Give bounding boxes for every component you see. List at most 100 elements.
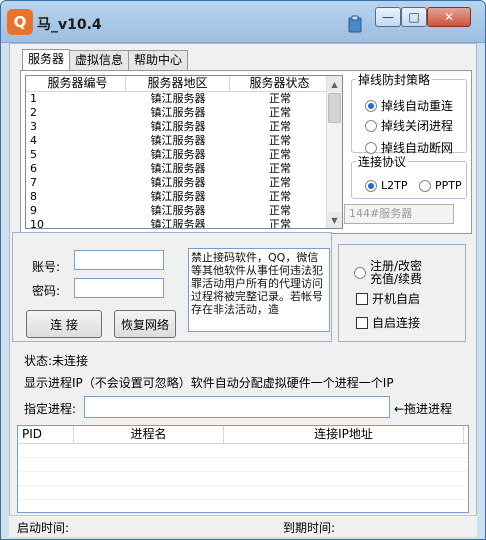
tab-strip: 服务器 虚拟信息 帮助中心	[22, 49, 189, 71]
server-cell-id: 5	[30, 148, 37, 161]
tab-servers[interactable]: 服务器	[22, 49, 71, 71]
drag-process-hint[interactable]: ←拖进进程	[394, 400, 452, 417]
server-cell-status: 正常	[269, 190, 291, 203]
server-cell-id: 3	[30, 120, 37, 133]
server-cell-id: 7	[30, 176, 37, 189]
process-list-header: PID 进程名 连接IP地址	[18, 426, 468, 444]
server-cell-status: 正常	[269, 106, 291, 119]
server-select[interactable]: 144#服务器	[344, 204, 454, 224]
main-window: Q 马_v10.4 — □ ✕ 服务器 虚拟信息 帮助中心 服务器编号 服务器地…	[0, 0, 486, 540]
server-row[interactable]: 8 镇江服务器 正常	[26, 190, 342, 204]
server-list-body: 1 镇江服务器 正常 2 镇江服务器 正常 3 镇江服务器 正常 4 镇江服务器 正常 5 镇江服务器 正常…	[26, 92, 342, 229]
column-header-server-region[interactable]: 服务器地区	[126, 76, 230, 92]
radio-l2tp[interactable]: L2TP	[365, 179, 407, 192]
server-cell-id: 8	[30, 190, 37, 203]
process-input[interactable]	[84, 396, 390, 418]
radio-auto-reconnect[interactable]: 掉线自动重连	[365, 97, 453, 114]
process-row[interactable]	[18, 472, 468, 486]
autostart-label: 开机自启	[372, 292, 421, 306]
server-row[interactable]: 7 镇江服务器 正常	[26, 176, 342, 190]
radio-icon	[365, 179, 377, 192]
register-recharge-label: 注册/改密 充值/续费	[370, 259, 423, 286]
connect-button[interactable]: 连 接	[26, 310, 102, 338]
server-list[interactable]: 服务器编号 服务器地区 服务器状态 1 镇江服务器 正常 2 镇江服务器 正常 3 镇江服务器…	[25, 75, 343, 229]
column-header-ip[interactable]: 连接IP地址	[224, 426, 464, 443]
tab-virtual-info[interactable]: 虚拟信息	[69, 50, 130, 70]
scroll-thumb[interactable]	[328, 93, 341, 123]
status-value: 未连接	[52, 354, 89, 368]
process-row[interactable]	[18, 444, 468, 458]
checkbox-icon	[356, 316, 368, 329]
server-row[interactable]: 6 镇江服务器 正常	[26, 162, 342, 176]
server-row[interactable]: 5 镇江服务器 正常	[26, 148, 342, 162]
status-bar: 启动时间: 到期时间:	[9, 515, 477, 537]
server-row[interactable]: 1 镇江服务器 正常	[26, 92, 342, 106]
column-header-server-status[interactable]: 服务器状态	[230, 76, 330, 92]
process-hint: 显示进程IP（不会设置可忽略）软件自动分配虚拟硬件一个进程一个IP	[24, 376, 394, 390]
server-list-scrollbar[interactable]: ▲ ▼	[326, 76, 342, 228]
autoconnect-label: 自启连接	[372, 316, 421, 330]
restore-network-button[interactable]: 恢复网络	[114, 310, 176, 338]
minimize-button[interactable]: —	[375, 7, 401, 27]
server-row[interactable]: 3 镇江服务器 正常	[26, 120, 342, 134]
server-cell-status: 正常	[269, 162, 291, 175]
radio-label: L2TP	[381, 179, 408, 192]
server-cell-id: 6	[30, 162, 37, 175]
server-cell-region: 镇江服务器	[150, 176, 206, 189]
server-cell-status: 正常	[269, 148, 291, 161]
radio-icon	[365, 119, 377, 132]
server-row[interactable]: 9 镇江服务器 正常	[26, 204, 342, 218]
register-recharge-option[interactable]: 注册/改密 充值/续费	[354, 260, 422, 286]
process-label: 指定进程:	[24, 402, 77, 416]
radio-close-process[interactable]: 掉线关闭进程	[365, 117, 453, 134]
server-cell-id: 2	[30, 106, 37, 119]
status-label: 状态:	[24, 354, 53, 368]
protocol-legend: 连接协议	[358, 155, 407, 169]
server-row[interactable]: 2 镇江服务器 正常	[26, 106, 342, 120]
radio-icon	[419, 179, 431, 192]
title-bar[interactable]: Q 马_v10.4 — □ ✕	[1, 1, 485, 43]
server-cell-id: 4	[30, 134, 37, 147]
process-row[interactable]	[18, 458, 468, 472]
server-cell-status: 正常	[269, 204, 291, 217]
server-cell-status: 正常	[269, 120, 291, 133]
radio-icon	[365, 99, 377, 112]
password-input[interactable]	[74, 278, 164, 298]
close-button[interactable]: ✕	[427, 7, 471, 27]
server-cell-status: 正常	[269, 176, 291, 189]
column-header-pid[interactable]: PID	[18, 426, 74, 443]
maximize-button[interactable]: □	[401, 7, 427, 27]
server-cell-region: 镇江服务器	[150, 134, 206, 147]
process-row[interactable]	[18, 486, 468, 500]
autoconnect-checkbox[interactable]: 自启连接	[356, 314, 420, 331]
process-list[interactable]: PID 进程名 连接IP地址	[17, 425, 469, 513]
radio-label: 掉线关闭进程	[381, 119, 454, 133]
tab-help-center[interactable]: 帮助中心	[128, 50, 189, 70]
scroll-down-icon[interactable]: ▼	[327, 212, 342, 228]
radio-label: 掉线自动重连	[381, 99, 454, 113]
notice-text: 禁止接码软件，QQ，微信等其他软件从事任何违法犯罪活动用户所有的代理访问过程将被…	[188, 248, 330, 332]
account-label: 账号:	[32, 260, 61, 274]
radio-icon	[354, 267, 366, 279]
expire-time-label: 到期时间:	[283, 521, 336, 535]
column-header-process-name[interactable]: 进程名	[74, 426, 224, 443]
server-cell-status: 正常	[269, 92, 291, 105]
server-row[interactable]: 4 镇江服务器 正常	[26, 134, 342, 148]
status-line: 状态:未连接	[24, 352, 88, 369]
radio-label: PPTP	[435, 179, 462, 192]
column-header-server-id[interactable]: 服务器编号	[26, 76, 126, 92]
account-input[interactable]	[74, 250, 164, 270]
app-logo-icon: Q	[7, 9, 33, 35]
server-cell-region: 镇江服务器	[150, 148, 206, 161]
server-list-header: 服务器编号 服务器地区 服务器状态	[26, 76, 342, 92]
server-cell-id: 10	[30, 218, 44, 229]
server-cell-region: 镇江服务器	[150, 162, 206, 175]
server-cell-id: 9	[30, 204, 37, 217]
window-title: 马_v10.4	[37, 17, 102, 33]
clipboard-icon[interactable]	[347, 15, 363, 33]
radio-pptp[interactable]: PPTP	[419, 179, 462, 192]
autostart-checkbox[interactable]: 开机自启	[356, 290, 420, 307]
server-cell-region: 镇江服务器	[150, 92, 206, 105]
scroll-up-icon[interactable]: ▲	[327, 76, 342, 92]
server-row[interactable]: 10 镇江服务器 正常	[26, 218, 342, 229]
